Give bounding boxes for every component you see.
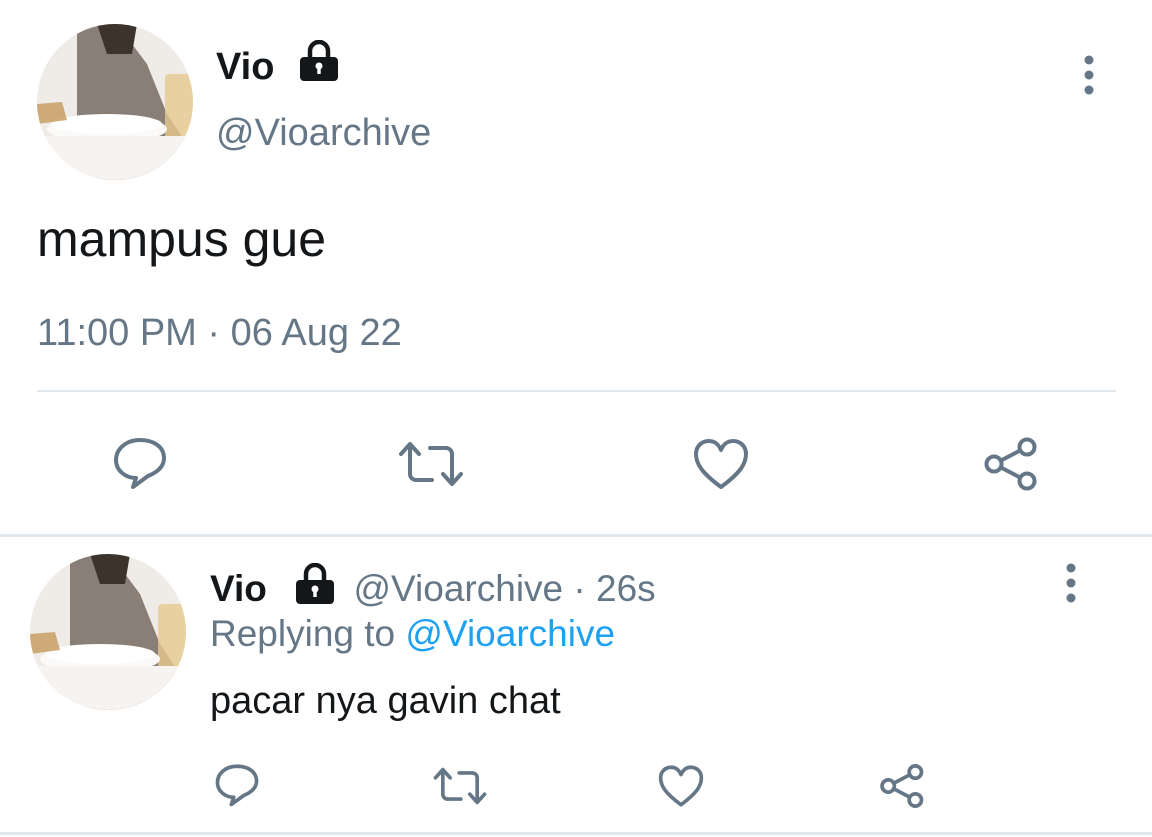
more-vertical-icon[interactable]: [1059, 563, 1083, 603]
reply-age: 26s: [596, 568, 656, 609]
replying-handle-link[interactable]: @Vioarchive: [405, 613, 615, 654]
avatar[interactable]: [37, 24, 193, 180]
reply-icon[interactable]: [214, 763, 260, 807]
tweet-date: 06 Aug 22: [230, 312, 402, 354]
reply-avatar[interactable]: [30, 554, 186, 710]
heart-icon[interactable]: [657, 764, 705, 808]
reply-header: Vio @Vioarchive · 26s: [210, 563, 656, 611]
handle[interactable]: @Vioarchive: [216, 110, 431, 156]
heart-icon[interactable]: [692, 437, 750, 491]
replying-label: Replying to: [210, 613, 396, 654]
reply-text: pacar nya gavin chat: [210, 680, 561, 722]
replying-to: Replying to @Vioarchive: [210, 612, 615, 656]
tweet-text: mampus gue: [37, 211, 327, 267]
divider: [37, 390, 1116, 392]
reply-icon[interactable]: [112, 436, 168, 490]
timestamp: 11:00 PM · 06 Aug 22: [37, 310, 402, 356]
reply-display-name[interactable]: Vio: [210, 568, 267, 609]
avatar-photo: [30, 554, 186, 710]
bottom-divider: [0, 832, 1152, 835]
lock-icon: [299, 40, 339, 82]
tweet-time: 11:00 PM: [37, 312, 197, 354]
section-divider: [0, 534, 1152, 537]
separator: ·: [207, 312, 221, 354]
avatar-photo: [37, 24, 193, 180]
share-icon[interactable]: [983, 436, 1041, 492]
lock-icon: [295, 563, 335, 605]
retweet-icon[interactable]: [433, 766, 487, 806]
separator: ·: [573, 568, 586, 609]
more-vertical-icon[interactable]: [1077, 55, 1101, 95]
retweet-icon[interactable]: [398, 440, 464, 488]
share-icon[interactable]: [879, 763, 927, 809]
display-name[interactable]: Vio: [216, 44, 274, 90]
reply-handle[interactable]: @Vioarchive: [353, 568, 563, 609]
